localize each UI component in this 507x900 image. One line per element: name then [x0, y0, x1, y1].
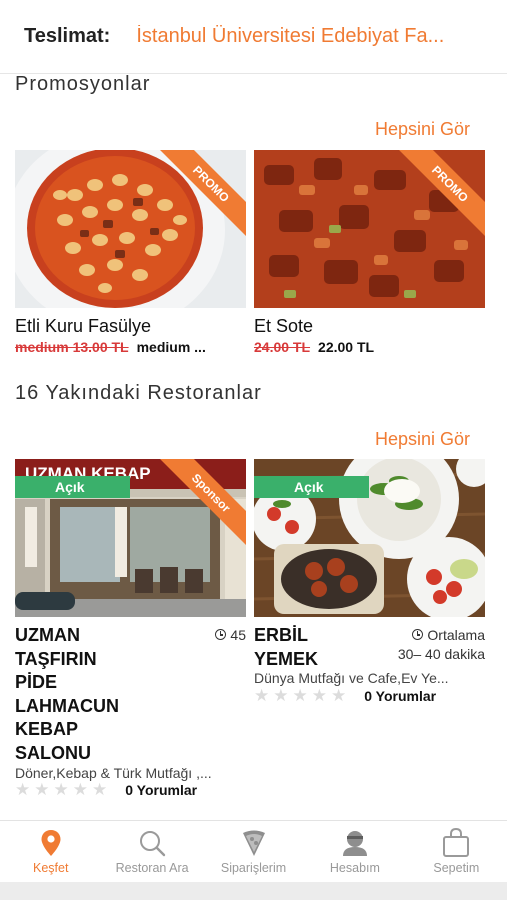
bottom-tab-bar: Keşfet Restoran Ara Siparişlerim Hesabım… — [0, 820, 507, 882]
restaurant-name[interactable]: ERBİL YEMEK — [254, 624, 318, 671]
star-icon: ★ — [34, 780, 50, 799]
reviews-count[interactable]: 0 Yorumlar — [125, 782, 197, 798]
tab-sepetim[interactable]: Sepetim — [406, 821, 507, 882]
delivery-header[interactable]: Teslimat: İstanbul Üniversitesi Edebiyat… — [0, 0, 507, 74]
star-icon: ★ — [92, 780, 108, 799]
reviews-count[interactable]: 0 Yorumlar — [364, 688, 436, 704]
star-icon: ★ — [292, 686, 308, 705]
open-status-badge: Açık — [15, 476, 130, 498]
star-icon: ★ — [72, 780, 88, 799]
restaurant-image: UZMAN KEBAP Açık Sponsor — [15, 459, 246, 617]
user-icon — [342, 828, 368, 858]
tab-label: Keşfet — [32, 861, 69, 875]
restaurant-cuisine: Dünya Mutfağı ve Cafe,Ev Ye... — [254, 670, 449, 686]
promo-new-price: medium ... — [136, 339, 206, 355]
star-icon: ★ — [311, 686, 327, 705]
star-icon: ★ — [53, 780, 69, 799]
promotions-see-all-link[interactable]: Hepsini Gör — [375, 119, 470, 140]
delivery-label: Teslimat: — [24, 25, 111, 47]
tab-kesfet[interactable]: Keşfet — [0, 821, 101, 882]
delivery-time: Ortalama 30– 40 dakika — [397, 627, 485, 662]
sponsor-ribbon: Sponsor — [156, 459, 246, 548]
promo-food-image: PROMO — [254, 150, 485, 308]
promo-old-price: medium 13.00 TL — [15, 339, 129, 355]
promo-old-price: 24.00 TL — [254, 339, 311, 355]
tab-label: Siparişlerim — [220, 861, 287, 875]
tab-label: Sepetim — [433, 861, 480, 875]
pizza-slice-icon — [241, 828, 267, 858]
star-icon: ★ — [331, 686, 347, 705]
promo-ribbon: PROMO — [156, 150, 246, 239]
shopping-bag-icon — [442, 828, 470, 858]
promo-food-image: PROMO — [15, 150, 246, 308]
map-pin-icon — [40, 828, 62, 858]
star-icon: ★ — [15, 780, 31, 799]
star-icon: ★ — [273, 686, 289, 705]
tab-restoran-ara[interactable]: Restoran Ara — [101, 821, 202, 882]
delivery-address[interactable]: İstanbul Üniversitesi Edebiyat Fa... — [136, 25, 483, 48]
promotions-title: Promosyonlar — [15, 73, 151, 95]
tab-hesabim[interactable]: Hesabım — [304, 821, 405, 882]
rating-stars: ★ ★ ★ ★ ★ 0 Yorumlar — [254, 686, 436, 706]
promo-card[interactable]: PROMO Et Sote 24.00 TL 22.00 TL — [254, 150, 485, 355]
tab-siparislerim[interactable]: Siparişlerim — [203, 821, 304, 882]
search-icon — [138, 828, 166, 858]
tab-label: Hesabım — [329, 861, 380, 875]
restaurant-image: Açık — [254, 459, 485, 617]
promo-new-price: 22.00 TL — [318, 339, 375, 355]
promo-item-name: Et Sote — [254, 316, 314, 336]
star-icon: ★ — [254, 686, 270, 705]
restaurant-card[interactable]: Açık — [254, 459, 485, 619]
clock-icon — [412, 629, 424, 640]
system-bottom-strip — [0, 882, 507, 900]
promo-item-name: Etli Kuru Fasülye — [15, 316, 152, 336]
open-status-badge: Açık — [254, 476, 369, 498]
clock-icon — [215, 629, 227, 640]
promo-card[interactable]: PROMO Etli Kuru Fasülye medium 13.00 TL m… — [15, 150, 246, 355]
restaurant-card[interactable]: UZMAN KEBAP Açık Sponsor — [15, 459, 246, 619]
promo-ribbon: PROMO — [395, 150, 485, 239]
rating-stars: ★ ★ ★ ★ ★ 0 Yorumlar — [15, 780, 197, 800]
tab-label: Restoran Ara — [115, 861, 189, 875]
restaurant-cuisine: Döner,Kebap & Türk Mutfağı ,... — [15, 765, 212, 781]
delivery-time: 45 — [190, 626, 246, 645]
nearby-see-all-link[interactable]: Hepsini Gör — [375, 429, 470, 450]
nearby-restaurants-title: 16 Yakındaki Restoranlar — [15, 382, 262, 404]
restaurant-name[interactable]: UZMAN TAŞFIRIN PİDE LAHMACUN KEBAP SALON… — [15, 624, 119, 765]
